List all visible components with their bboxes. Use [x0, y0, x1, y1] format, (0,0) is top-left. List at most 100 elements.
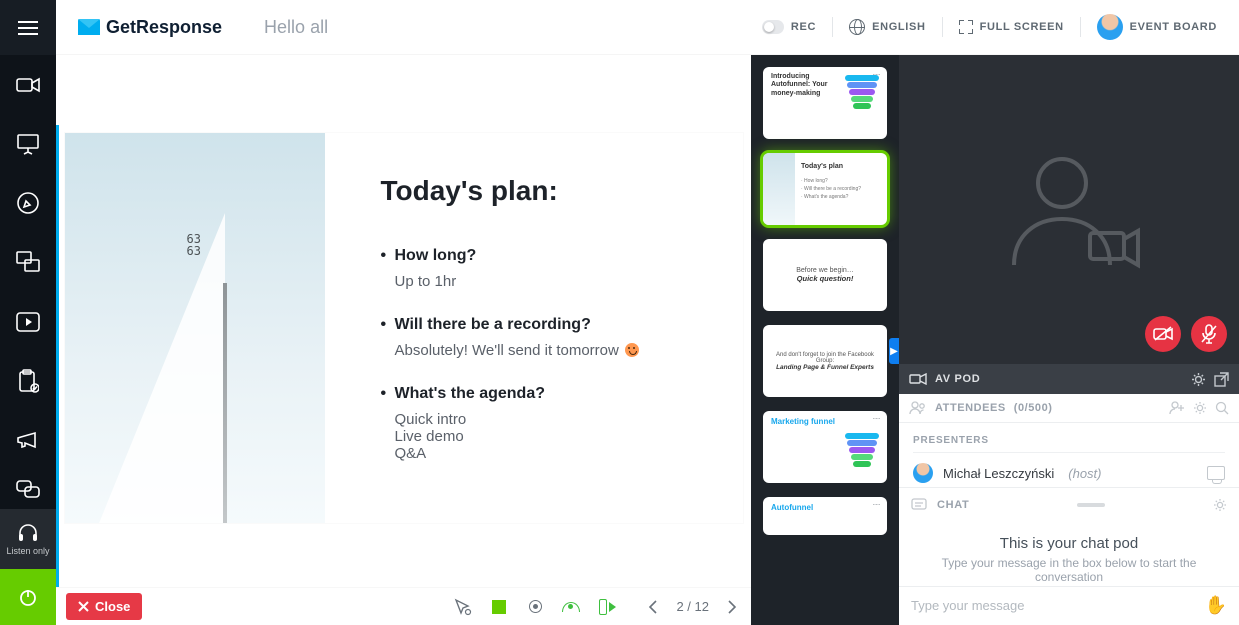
envelope-icon [78, 19, 100, 35]
thumbnail-3[interactable]: Before we begin… Quick question! [763, 239, 887, 311]
slide-q2: Will there be a recording? [381, 316, 699, 334]
chat-input-bar: ✋ [899, 586, 1239, 625]
slide-title: Today's plan: [381, 175, 699, 207]
chat-icon [911, 498, 927, 512]
rail-video[interactable] [0, 292, 56, 351]
rail-announce[interactable] [0, 410, 56, 469]
megaphone-icon [16, 430, 40, 450]
language-label: ENGLISH [872, 21, 926, 33]
next-slide-button[interactable] [723, 596, 741, 618]
collapse-panel-button[interactable]: ▶ [889, 338, 899, 364]
avpod-label: AV POD [935, 373, 980, 385]
brand-logo: GetResponse [78, 17, 222, 38]
rail-whiteboard[interactable] [0, 174, 56, 233]
slide-a2: Absolutely! We'll send it tomorrow [381, 342, 699, 359]
chat-label: CHAT [937, 499, 969, 511]
chevron-right-icon [727, 600, 737, 614]
slide-q1: How long? [381, 247, 699, 265]
brand-name: GetResponse [106, 17, 222, 38]
gear-icon[interactable] [1193, 401, 1207, 415]
popout-icon[interactable] [1214, 372, 1229, 387]
attendees-header[interactable]: ATTENDEES (0/500) [899, 394, 1239, 423]
door-icon [599, 599, 607, 615]
language-button[interactable]: ENGLISH [849, 19, 926, 35]
thumbnail-2[interactable]: Today's plan · How long?· Will there be … [763, 153, 887, 225]
thumbnail-4[interactable]: And don't forget to join the Facebook Gr… [763, 325, 887, 397]
chat-input[interactable] [911, 598, 1205, 613]
prev-slide-button[interactable] [644, 596, 662, 618]
presenters-header: PRESENTERS [913, 435, 1225, 453]
screenshare-icon [16, 251, 40, 273]
chat-header[interactable]: CHAT [899, 487, 1239, 520]
gear-icon[interactable] [1213, 498, 1227, 512]
fullscreen-icon [959, 20, 973, 34]
thumbnail-1[interactable]: · · · · · Introducing Autofunnel: Your m… [763, 67, 887, 139]
slide-image: 63 63 [65, 133, 325, 523]
rail-presentation[interactable] [0, 114, 56, 173]
hamburger-icon [17, 20, 39, 36]
pointer-tool[interactable] [454, 598, 472, 616]
rail-camera[interactable] [0, 55, 56, 114]
camera-icon [909, 373, 927, 385]
accent-strip [56, 125, 59, 587]
right-panel: ▶ [899, 55, 1239, 625]
rail-screenshare[interactable] [0, 233, 56, 292]
chat-empty-state: This is your chat pod Type your message … [899, 521, 1239, 586]
globe-icon [849, 19, 865, 35]
chat-title: This is your chat pod [923, 535, 1215, 552]
fullscreen-label: FULL SCREEN [980, 21, 1064, 33]
funnel-icon [845, 75, 879, 110]
presenter-name: Michał Leszczyński [943, 466, 1054, 481]
gear-icon[interactable] [1191, 372, 1206, 387]
person-camera-icon [994, 135, 1144, 285]
people-icon [909, 401, 927, 415]
slide-a3: Quick intro Live demo Q&A [381, 411, 699, 462]
arrow-right-icon [609, 602, 616, 612]
camera-icon [16, 76, 40, 94]
close-button[interactable]: Close [66, 593, 142, 620]
avpod-header: AV POD [899, 364, 1239, 393]
stage-footer: Close 2 / 1 [56, 587, 751, 625]
cursor-icon [454, 598, 472, 616]
chat-bubbles-icon [16, 480, 40, 498]
thumbnail-5[interactable]: · · · · · Marketing funnel [763, 411, 887, 483]
record-label: REC [791, 21, 816, 33]
close-label: Close [95, 599, 130, 614]
dot-circle-icon [529, 600, 542, 613]
thumbnail-6[interactable]: · · · · · Autofunnel [763, 497, 887, 535]
camera-off-icon [1153, 326, 1173, 342]
visibility-tool[interactable] [562, 598, 580, 616]
marker-tool[interactable] [490, 598, 508, 616]
chevron-left-icon [648, 600, 658, 614]
square-icon [492, 600, 506, 614]
monitor-icon [1207, 466, 1225, 480]
page-indicator: 2 / 12 [676, 599, 709, 614]
funnel-icon [845, 433, 879, 468]
power-button[interactable] [0, 569, 56, 625]
toggle-mic-button[interactable] [1191, 316, 1227, 352]
event-board-label: EVENT BOARD [1130, 21, 1217, 33]
listen-only-button[interactable]: Listen only [0, 509, 56, 569]
rail-survey[interactable] [0, 351, 56, 410]
fullscreen-button[interactable]: FULL SCREEN [959, 20, 1064, 34]
add-person-icon[interactable] [1169, 401, 1185, 415]
event-board-button[interactable]: EVENT BOARD [1097, 14, 1217, 40]
topbar: GetResponse Hello all REC ENGLISH FULL S… [56, 0, 1239, 55]
toggle-camera-button[interactable] [1145, 316, 1181, 352]
search-icon[interactable] [1215, 401, 1229, 415]
power-icon [18, 587, 38, 607]
raise-hand-button[interactable]: ✋ [1205, 595, 1227, 616]
presenter-row[interactable]: Michał Leszczyński (host) [913, 463, 1225, 483]
menu-button[interactable] [0, 0, 56, 55]
eye-icon [562, 602, 580, 612]
record-toggle[interactable]: REC [762, 20, 816, 34]
room-title: Hello all [264, 17, 328, 38]
current-slide: 63 63 Today's plan: How long? Up to 1hr … [65, 133, 743, 523]
drag-handle-icon[interactable] [1077, 503, 1105, 507]
left-rail: Listen only [0, 0, 56, 625]
rail-chat[interactable] [0, 470, 56, 509]
attendees-count: (0/500) [1014, 402, 1053, 414]
exit-tool[interactable] [598, 598, 616, 616]
chat-subtitle: Type your message in the box below to st… [923, 556, 1215, 584]
record-tool[interactable] [526, 598, 544, 616]
